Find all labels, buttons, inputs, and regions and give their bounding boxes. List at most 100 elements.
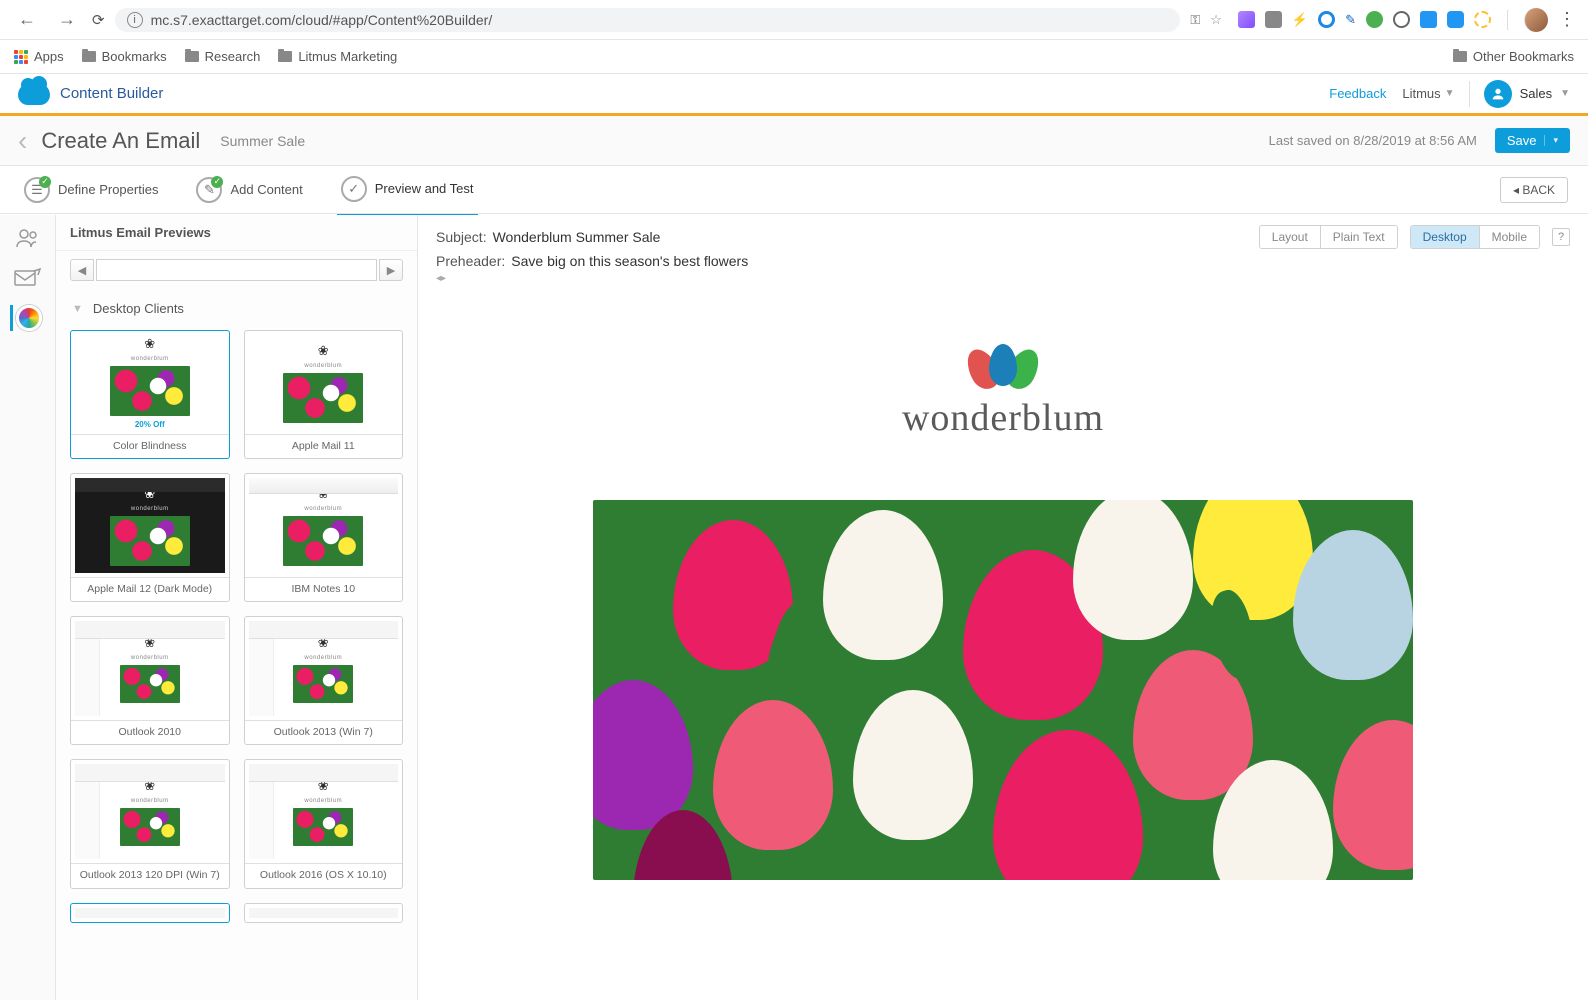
back-chevron-icon[interactable]: ‹ (18, 125, 27, 157)
thumbnail-label: Outlook 2013 120 DPI (Win 7) (71, 863, 229, 887)
thumbnail-preview (249, 908, 399, 918)
help-icon[interactable]: ? (1552, 228, 1570, 246)
mobile-button[interactable]: Mobile (1479, 226, 1539, 248)
bookmark-folder[interactable]: Litmus Marketing (278, 49, 397, 64)
pager-next-button[interactable]: ▶ (379, 259, 403, 281)
bookmark-label: Other Bookmarks (1473, 49, 1574, 64)
brand-text: wonderblum (902, 396, 1104, 440)
back-button[interactable]: ◂ BACK (1500, 177, 1568, 203)
nav-forward-icon[interactable]: → (52, 7, 82, 32)
step-add-content[interactable]: ✎ Add Content (192, 165, 306, 215)
back-label: BACK (1522, 183, 1555, 197)
bookmark-folder[interactable]: Research (185, 49, 261, 64)
step-define-properties[interactable]: ☰ Define Properties (20, 165, 162, 215)
user-label: Sales (1520, 86, 1553, 101)
thumbnails-grid: ❀wonderblum20% Off Color Blindness ❀wond… (56, 322, 417, 943)
bookmark-folder[interactable]: Bookmarks (82, 49, 167, 64)
extensions: ⚡ ✎ (1232, 11, 1497, 28)
thumbnail-outlook-2016-osx[interactable]: ❀wonderblum Outlook 2016 (OS X 10.10) (244, 759, 404, 888)
step-icon: ✓ (341, 176, 367, 202)
star-icon[interactable]: ☆ (1210, 12, 1222, 28)
ext-bolt-icon[interactable]: ⚡ (1292, 12, 1308, 28)
pager: ◀ ▶ (56, 251, 417, 289)
resize-handle[interactable]: ◂▸ (418, 273, 1588, 288)
app-header: Content Builder Feedback Litmus▼ Sales ▼ (0, 74, 1588, 116)
feedback-link[interactable]: Feedback (1329, 86, 1386, 101)
ext-zoom-icon[interactable] (1447, 11, 1464, 28)
thumbnail-partial[interactable] (244, 903, 404, 923)
thumbnail-preview: ❀wonderblum (75, 478, 225, 573)
thumbnail-apple-mail-12-dark[interactable]: ❀wonderblum Apple Mail 12 (Dark Mode) (70, 473, 230, 602)
ext-camera-icon[interactable] (1265, 11, 1282, 28)
ext-icon[interactable] (1238, 11, 1255, 28)
rail-litmus-icon[interactable] (10, 305, 43, 331)
thumbnail-partial[interactable] (70, 903, 230, 923)
thumbnail-ibm-notes-10[interactable]: ❀wonderblum IBM Notes 10 (244, 473, 404, 602)
email-preview-body: wonderblum (418, 288, 1588, 1000)
thumbnail-preview (75, 908, 225, 918)
bookmark-label: Bookmarks (102, 49, 167, 64)
rail-send-icon[interactable] (13, 265, 43, 291)
panel-title: Litmus Email Previews (56, 215, 417, 251)
clients-section-header[interactable]: ▼ Desktop Clients (56, 289, 417, 322)
step-preview-and-test[interactable]: ✓ Preview and Test (337, 164, 478, 217)
ext-circle-icon[interactable] (1318, 11, 1335, 28)
ext-dropper-icon[interactable]: ✎ (1345, 12, 1356, 28)
left-rail (0, 215, 56, 1000)
pager-rail[interactable] (96, 259, 377, 281)
pager-prev-button[interactable]: ◀ (70, 259, 94, 281)
other-bookmarks[interactable]: Other Bookmarks (1453, 49, 1574, 64)
browser-menu-icon[interactable]: ⋮ (1558, 9, 1576, 30)
layout-button[interactable]: Layout (1260, 226, 1320, 248)
thumbnail-label: Outlook 2016 (OS X 10.10) (245, 863, 403, 887)
thumbnail-label: Apple Mail 12 (Dark Mode) (71, 577, 229, 601)
app-title: Content Builder (60, 85, 163, 102)
ext-blue-icon[interactable] (1420, 11, 1437, 28)
preheader-row: Preheader: Save big on this season's bes… (418, 253, 1588, 273)
step-label: Define Properties (58, 182, 158, 197)
preheader-value: Save big on this season's best flowers (511, 253, 748, 269)
url-bar[interactable]: i mc.s7.exacttarget.com/cloud/#app/Conte… (115, 8, 1181, 32)
bookmark-label: Apps (34, 49, 64, 64)
ext-green-icon[interactable] (1366, 11, 1383, 28)
apps-icon (14, 50, 28, 64)
main: Litmus Email Previews ◀ ▶ ▼ Desktop Clie… (0, 214, 1588, 1000)
thumbnail-label: Outlook 2010 (71, 720, 229, 744)
hero-image (593, 500, 1413, 880)
user-avatar-icon (1484, 80, 1512, 108)
ext-dashed-icon[interactable] (1474, 11, 1491, 28)
bookmarks-bar: Apps Bookmarks Research Litmus Marketing… (0, 40, 1588, 74)
thumbnail-preview: ❀wonderblum20% Off (75, 335, 225, 430)
org-dropdown[interactable]: Litmus▼ (1402, 86, 1454, 101)
desktop-button[interactable]: Desktop (1411, 226, 1479, 248)
folder-icon (82, 51, 96, 62)
ext-info-icon[interactable] (1393, 11, 1410, 28)
apps-shortcut[interactable]: Apps (14, 49, 64, 64)
device-toggle: Desktop Mobile (1410, 225, 1540, 249)
chevron-down-icon: ▼ (1560, 88, 1570, 99)
site-info-icon[interactable]: i (127, 12, 143, 28)
user-menu[interactable]: Sales ▼ (1484, 80, 1570, 108)
step-label: Preview and Test (375, 181, 474, 196)
rail-people-icon[interactable] (13, 225, 43, 251)
thumbnail-apple-mail-11[interactable]: ❀wonderblum Apple Mail 11 (244, 330, 404, 459)
reload-icon[interactable]: ⟳ (92, 11, 105, 29)
thumbnail-preview: ❀wonderblum (249, 478, 399, 573)
chevron-down-icon: ▼ (1445, 88, 1455, 99)
folder-icon (185, 51, 199, 62)
save-button[interactable]: Save▾ (1495, 128, 1570, 153)
nav-back-icon[interactable]: ← (12, 7, 42, 32)
chevron-down-icon: ▾ (1544, 135, 1558, 146)
preheader-label: Preheader: (436, 253, 505, 269)
profile-avatar[interactable] (1524, 8, 1548, 32)
salesforce-cloud-icon[interactable] (18, 83, 50, 105)
thumbnail-preview: ❀wonderblum (249, 764, 399, 859)
thumbnail-outlook-2013-120dpi[interactable]: ❀wonderblum Outlook 2013 120 DPI (Win 7) (70, 759, 230, 888)
thumbnail-label: Apple Mail 11 (245, 434, 403, 458)
thumbnail-outlook-2013-win7[interactable]: ❀wonderblum Outlook 2013 (Win 7) (244, 616, 404, 745)
thumbnail-outlook-2010[interactable]: ❀wonderblum Outlook 2010 (70, 616, 230, 745)
thumbnail-color-blindness[interactable]: ❀wonderblum20% Off Color Blindness (70, 330, 230, 459)
key-icon[interactable]: ⚿ (1190, 12, 1200, 28)
document-name: Summer Sale (220, 133, 305, 149)
plain-text-button[interactable]: Plain Text (1320, 226, 1397, 248)
